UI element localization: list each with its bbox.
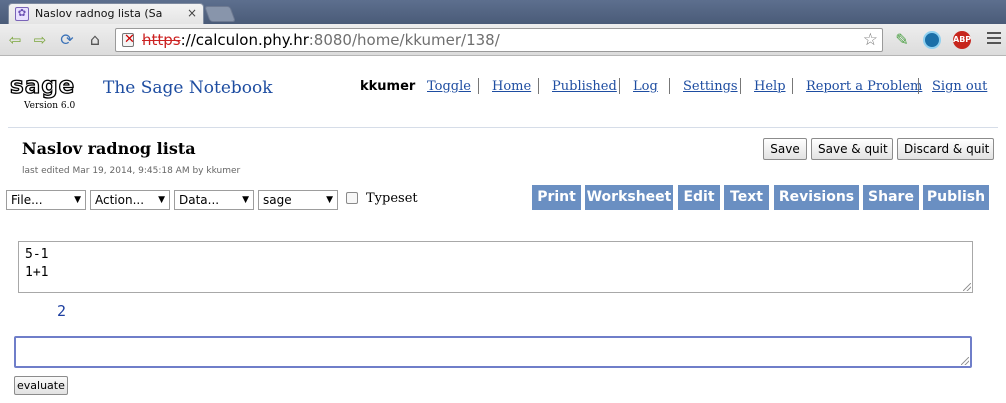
dropdown-arrow-icon: ▼ (158, 195, 165, 205)
published-link[interactable]: Published (552, 79, 617, 94)
extension-eye-icon[interactable] (923, 31, 941, 49)
extension-leaf-icon[interactable]: ✎ (893, 31, 911, 49)
notebook-title: The Sage Notebook (103, 78, 273, 98)
typeset-label[interactable]: Typeset (366, 191, 418, 206)
adblock-icon[interactable]: ABP (953, 31, 971, 49)
last-edited-info: last edited Mar 19, 2014, 9:45:18 AM by … (22, 166, 241, 176)
browser-tab[interactable]: ✿ Naslov radnog lista (Sa × (8, 3, 204, 24)
typeset-checkbox[interactable] (346, 192, 358, 204)
data-menu-label: Data... (179, 193, 220, 207)
edit-button[interactable]: Edit (678, 185, 720, 210)
url-scheme-separator: :// (180, 31, 196, 49)
action-menu-label: Action... (95, 193, 145, 207)
link-separator (619, 78, 620, 94)
text-button[interactable]: Text (724, 185, 769, 210)
home-icon[interactable]: ⌂ (86, 30, 104, 50)
link-separator (792, 78, 793, 94)
new-tab-button[interactable] (204, 6, 236, 22)
url-port: :8080 (308, 31, 352, 49)
username: kkumer (360, 79, 416, 94)
home-link[interactable]: Home (492, 79, 531, 94)
link-separator (740, 78, 741, 94)
bookmark-star-icon[interactable]: ☆ (863, 29, 878, 51)
file-menu-label: File... (11, 193, 43, 207)
address-bar[interactable]: ✕ https://calculon.phy.hr:8080/home/kkum… (115, 28, 883, 52)
browser-tab-bar: ✿ Naslov radnog lista (Sa × (0, 0, 1006, 24)
discard-and-quit-button[interactable]: Discard & quit (897, 138, 994, 160)
action-menu-select[interactable]: Action... ▼ (90, 190, 170, 210)
cell-code-line: 5-1 (25, 247, 49, 262)
settings-link[interactable]: Settings (683, 79, 738, 94)
print-button[interactable]: Print (532, 185, 581, 210)
resize-grip-icon[interactable] (961, 357, 969, 365)
back-arrow-icon[interactable]: ⇦ (6, 30, 24, 50)
dropdown-arrow-icon: ▼ (326, 195, 333, 205)
header-divider (8, 127, 998, 128)
cell-output: 2 (57, 302, 67, 320)
sage-logo-text: sage (9, 73, 76, 99)
worksheet-button[interactable]: Worksheet (585, 185, 673, 210)
system-select[interactable]: sage ▼ (258, 190, 338, 210)
share-button[interactable]: Share (863, 185, 919, 210)
system-select-label: sage (263, 193, 292, 207)
sign-out-link[interactable]: Sign out (932, 79, 987, 94)
evaluate-button[interactable]: evaluate (14, 376, 68, 395)
resize-grip-icon[interactable] (963, 283, 971, 291)
insecure-cross-icon: ✕ (124, 32, 135, 47)
file-menu-select[interactable]: File... ▼ (6, 190, 86, 210)
dropdown-arrow-icon: ▼ (74, 195, 81, 205)
save-and-quit-button[interactable]: Save & quit (811, 138, 893, 160)
dropdown-arrow-icon: ▼ (242, 195, 249, 205)
cell-code-line: 1+1 (25, 265, 49, 280)
sage-logo[interactable]: sage Version 6.0 (9, 73, 100, 111)
link-separator (538, 78, 539, 94)
close-tab-icon[interactable]: × (187, 4, 197, 23)
save-button[interactable]: Save (763, 138, 807, 160)
help-link[interactable]: Help (754, 79, 786, 94)
input-cell-1[interactable]: 5-1 1+1 (18, 241, 973, 293)
report-problem-link[interactable]: Report a Problem (806, 79, 922, 94)
url-text: https://calculon.phy.hr:8080/home/kkumer… (142, 29, 500, 51)
data-menu-select[interactable]: Data... ▼ (174, 190, 254, 210)
input-cell-2[interactable] (14, 336, 972, 368)
link-separator (478, 78, 479, 94)
reload-icon[interactable]: ⟳ (58, 30, 76, 50)
toggle-link[interactable]: Toggle (427, 79, 471, 94)
url-host: calculon.phy.hr (195, 31, 309, 49)
revisions-button[interactable]: Revisions (774, 185, 859, 210)
link-separator (918, 78, 919, 94)
worksheet-name[interactable]: Naslov radnog lista (22, 139, 196, 158)
sage-version: Version 6.0 (24, 101, 76, 111)
sage-favicon-icon: ✿ (15, 7, 29, 21)
log-link[interactable]: Log (633, 79, 658, 94)
publish-button[interactable]: Publish (923, 185, 989, 210)
url-path: /home/kkumer/138/ (351, 31, 500, 49)
forward-arrow-icon[interactable]: ⇨ (31, 30, 49, 50)
tab-title: Naslov radnog lista (Sa (35, 7, 163, 20)
url-scheme: https (142, 31, 181, 49)
browser-toolbar: ⇦ ⇨ ⟳ ⌂ ✕ https://calculon.phy.hr:8080/h… (0, 24, 1006, 56)
link-separator (669, 78, 670, 94)
browser-menu-icon[interactable] (987, 32, 1001, 47)
